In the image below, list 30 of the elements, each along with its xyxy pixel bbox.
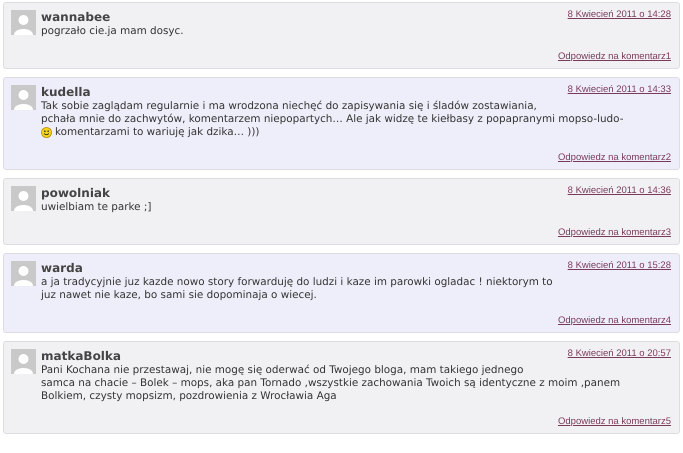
comment-text: pchała mnie do zachwytów, komentarzem niepopartych… Ale jak widzę te kiełbasy z popapranymi mopso-ludo- bbox=[41, 113, 624, 126]
date-link[interactable]: 8 Kwiecień 2011 o 14:28 bbox=[568, 9, 671, 20]
avatar-icon bbox=[11, 186, 36, 211]
comment-text: Bolkiem, czysty mopsizm, pozdrowienia z Wrocławia Aga bbox=[41, 390, 337, 403]
author-name: kudella bbox=[41, 84, 91, 100]
author-name: wannabee bbox=[41, 9, 110, 25]
author-name: matkaBolka bbox=[41, 348, 121, 364]
comment-text: juz nawet nie kaze, bo sami sie dopominaja o wiecej. bbox=[41, 289, 317, 302]
date-link[interactable]: 8 Kwiecień 2011 o 14:36 bbox=[568, 185, 671, 196]
reply-link[interactable]: Odpowiedz na komentarz1 bbox=[558, 51, 671, 63]
author-name: powolniak bbox=[41, 185, 110, 201]
reply-link[interactable]: Odpowiedz na komentarz3 bbox=[558, 227, 671, 239]
comment-text: samca na chacie – Bolek – mops, aka pan Tornado ,wszystkie zachowania Twoich są identyczne z moim ,panem bbox=[41, 377, 620, 390]
avatar-icon bbox=[11, 349, 36, 374]
comment-text: komentarzami to wariuję jak dzika… ))) bbox=[55, 126, 260, 139]
comment-text: Tak sobie zaglądam regularnie i ma wrodzona niechęć do zapisywania się i śladów zostawiania, bbox=[41, 100, 537, 113]
date-link[interactable]: 8 Kwiecień 2011 o 15:28 bbox=[568, 260, 671, 271]
avatar-icon bbox=[11, 85, 36, 110]
avatar-icon bbox=[11, 261, 36, 286]
avatar-icon bbox=[11, 10, 36, 35]
reply-link[interactable]: Odpowiedz na komentarz5 bbox=[558, 416, 671, 428]
date-link[interactable]: 8 Kwiecień 2011 o 20:57 bbox=[568, 348, 671, 359]
comment-text: Pani Kochana nie przestawaj, nie mogę się oderwać od Twojego bloga, mam takiego jednego bbox=[41, 364, 524, 377]
comment-text: a ja tradycyjnie juz kazde nowo story forwarduję do ludzi i kaze im parowki ogladac ! niektorym to bbox=[41, 276, 553, 289]
reply-link[interactable]: Odpowiedz na komentarz4 bbox=[558, 315, 671, 327]
reply-link[interactable]: Odpowiedz na komentarz2 bbox=[558, 152, 671, 164]
comment-text: uwielbiam te parke ;] bbox=[41, 201, 152, 214]
comment-text: pogrzało cie.ja mam dosyc. bbox=[41, 25, 184, 38]
date-link[interactable]: 8 Kwiecień 2011 o 14:33 bbox=[568, 84, 671, 95]
author-name: warda bbox=[41, 260, 83, 276]
